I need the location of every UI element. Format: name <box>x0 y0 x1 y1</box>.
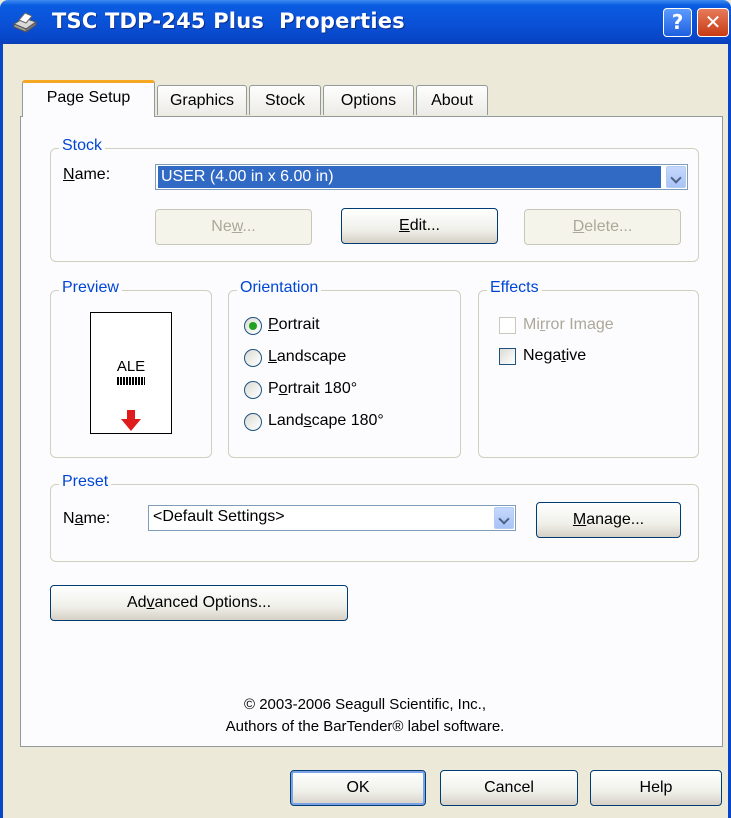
preset-name-dropdown[interactable]: <Default Settings> <box>148 505 516 531</box>
mirror-image-label[interactable]: Mirror Image <box>523 316 614 334</box>
edit-button[interactable]: Edit... <box>341 208 498 244</box>
preset-name-value: <Default Settings> <box>153 508 285 525</box>
radio-portrait-180[interactable] <box>244 381 262 399</box>
negative-label[interactable]: Negative <box>523 347 586 365</box>
preset-legend: Preset <box>59 473 112 491</box>
arrow-down-icon <box>121 410 141 431</box>
orientation-legend: Orientation <box>237 279 322 297</box>
chevron-down-icon[interactable] <box>494 507 514 529</box>
negative-checkbox[interactable] <box>499 348 516 365</box>
landscape-label[interactable]: Landscape <box>268 348 346 366</box>
landscape-180-label[interactable]: Landscape 180° <box>268 412 384 430</box>
portrait-label[interactable]: Portrait <box>268 316 320 334</box>
stock-legend: Stock <box>59 137 106 155</box>
stock-name-value: USER (4.00 in x 6.00 in) <box>158 166 661 188</box>
effects-legend: Effects <box>487 279 542 297</box>
radio-landscape[interactable] <box>244 349 262 367</box>
barcode-icon <box>117 377 145 385</box>
stock-name-dropdown[interactable]: USER (4.00 in x 6.00 in) <box>155 164 688 190</box>
stock-name-label: Name: <box>63 166 111 183</box>
manage-button[interactable]: Manage... <box>536 502 681 538</box>
preview-legend: Preview <box>59 279 122 297</box>
portrait-180-label[interactable]: Portrait 180° <box>268 380 357 398</box>
advanced-options-button[interactable]: Advanced Options... <box>50 585 348 621</box>
copyright-line-1: © 2003-2006 Seagull Scientific, Inc., <box>243 696 487 713</box>
label-preview: ALE <box>90 312 172 434</box>
copyright-text: © 2003-2006 Seagull Scientific, Inc., Au… <box>160 694 570 738</box>
preview-sample-text: ALE <box>116 358 146 375</box>
copyright-line-2: Authors of the BarTender® label software… <box>225 718 505 735</box>
chevron-down-icon[interactable] <box>666 166 686 188</box>
delete-button[interactable]: Delete... <box>524 209 681 245</box>
preset-name-label: Name: <box>63 510 111 527</box>
radio-portrait[interactable] <box>244 317 262 335</box>
mirror-image-checkbox[interactable] <box>499 317 516 334</box>
radio-landscape-180[interactable] <box>244 413 262 431</box>
orientation-group: Orientation <box>228 279 461 458</box>
new-button[interactable]: New... <box>155 209 312 245</box>
